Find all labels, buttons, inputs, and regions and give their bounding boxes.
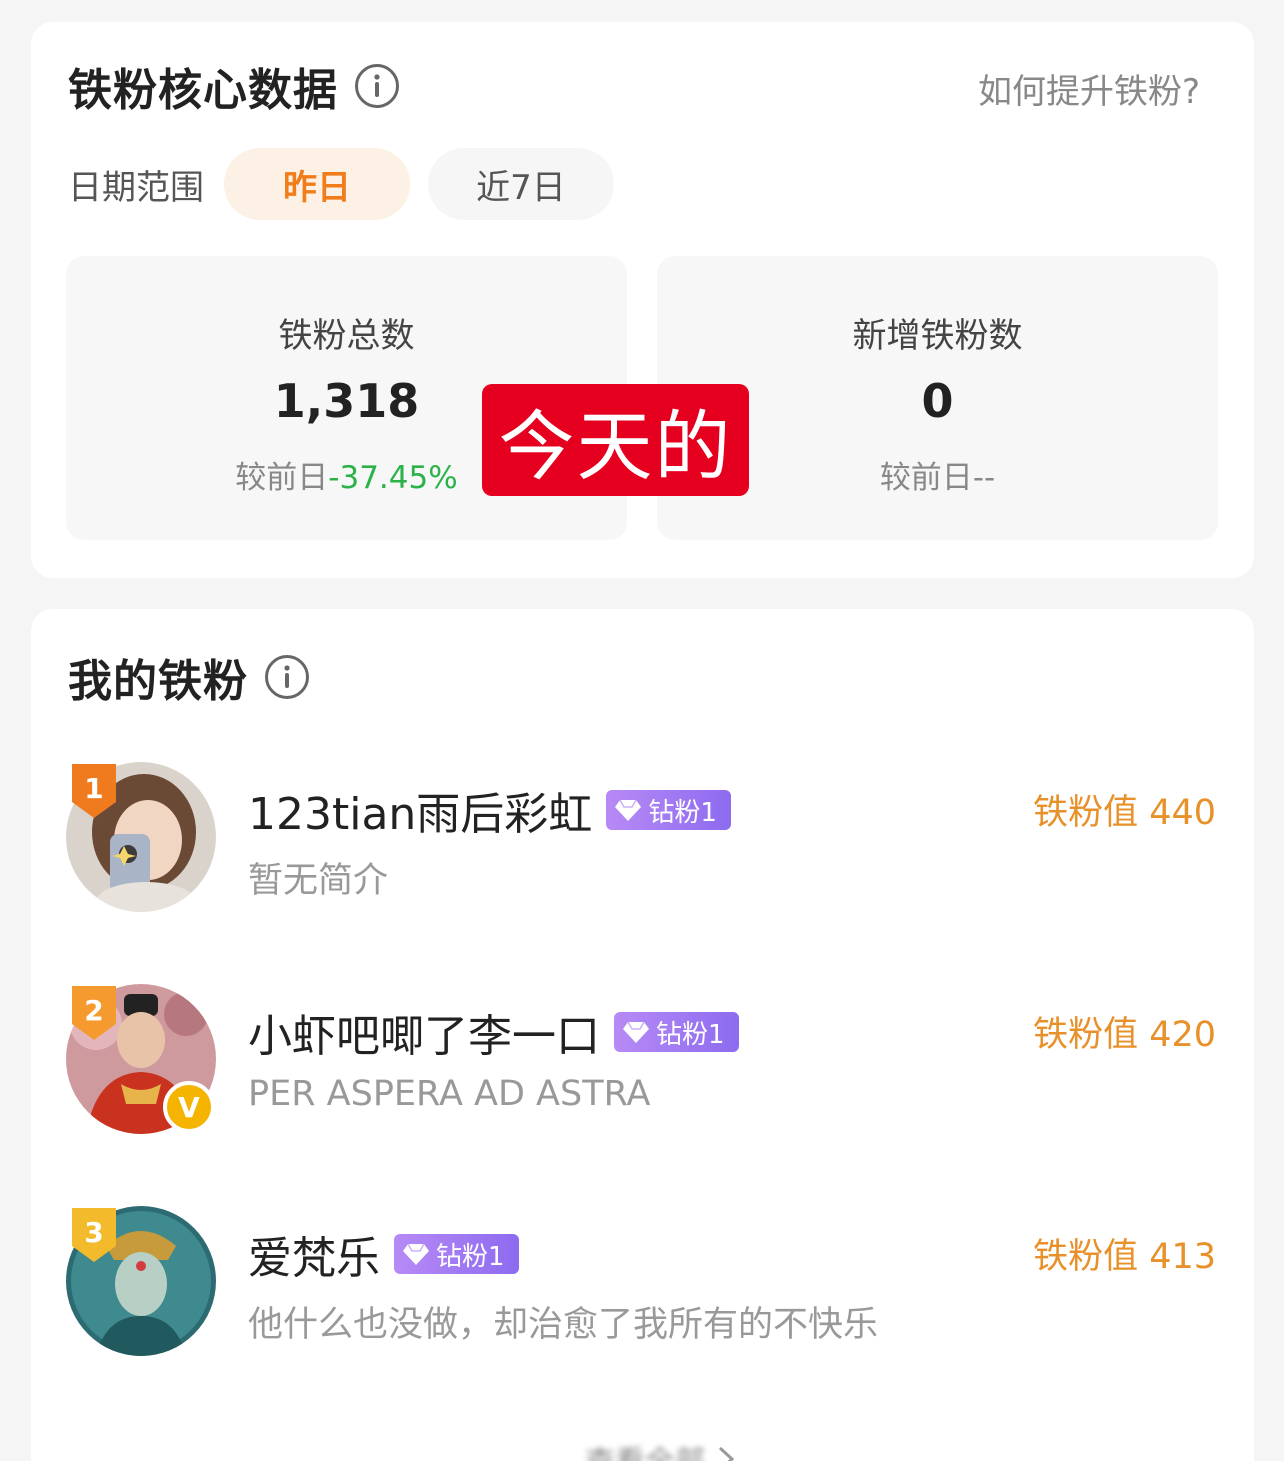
verified-icon: V [163, 1081, 215, 1133]
compare-value: -37.45% [328, 460, 458, 496]
info-icon[interactable] [354, 63, 400, 109]
rank-badge-icon: 1 [72, 764, 116, 818]
fan-score: 铁粉值 420 [1033, 1015, 1216, 1055]
fan-name-row: 小虾吧唧了李一口 钻粉1 [248, 1000, 739, 1064]
fan-name-row: 123tian雨后彩虹 钻粉1 [248, 778, 731, 842]
rank-number: 3 [84, 1216, 103, 1249]
diamond-icon [623, 1021, 649, 1043]
fan-name[interactable]: 123tian雨后彩虹 [248, 778, 592, 842]
compare-value: -- [972, 460, 996, 496]
level-badge: 钻粉1 [394, 1234, 519, 1274]
fan-bio: 暂无简介 [248, 861, 389, 901]
tab-last-7-days[interactable]: 近7日 [428, 148, 614, 220]
fans-title-row: 我的铁粉 [68, 645, 310, 709]
fan-list-item[interactable]: 1 123tian雨后彩虹 钻粉1 暂无简介 铁粉值 440 [66, 762, 1216, 922]
fans-title: 我的铁粉 [68, 656, 248, 707]
date-range-row: 日期范围 昨日 近7日 [68, 148, 632, 220]
help-link[interactable]: 如何提升铁粉? [978, 64, 1200, 113]
fan-score: 铁粉值 413 [1033, 1237, 1216, 1277]
core-title: 铁粉核心数据 [68, 65, 338, 116]
chevron-right-icon [718, 1446, 735, 1461]
compare-prefix: 较前日 [235, 460, 329, 496]
fan-name[interactable]: 爱梵乐 [248, 1222, 380, 1286]
compare-prefix: 较前日 [879, 460, 973, 496]
rank-number: 2 [84, 994, 103, 1027]
my-fans-card: 我的铁粉 1 123tian雨后彩虹 钻粉1 暂无简介 铁粉值 440 2 V … [31, 609, 1254, 1461]
level-badge-label: 钻粉1 [656, 1019, 725, 1050]
diamond-icon [615, 799, 642, 821]
level-badge-label: 钻粉1 [436, 1241, 505, 1272]
date-range-label: 日期范围 [68, 167, 204, 208]
rank-number: 1 [84, 772, 103, 805]
stat-label: 铁粉总数 [278, 316, 415, 356]
fan-bio: 他什么也没做，却治愈了我所有的不快乐 [248, 1305, 879, 1345]
fan-score: 铁粉值 440 [1033, 793, 1216, 833]
stat-label: 新增铁粉数 [852, 316, 1023, 356]
view-all-label: 查看全部 [585, 1437, 705, 1461]
fan-name[interactable]: 小虾吧唧了李一口 [248, 1000, 600, 1064]
info-icon[interactable] [264, 654, 310, 700]
fan-list-item[interactable]: 3 爱梵乐 钻粉1 他什么也没做，却治愈了我所有的不快乐 铁粉值 413 [66, 1206, 1216, 1366]
tab-yesterday[interactable]: 昨日 [224, 148, 410, 220]
diamond-icon [403, 1243, 429, 1265]
level-badge-label: 钻粉1 [648, 797, 717, 828]
fan-list-item[interactable]: 2 V 小虾吧唧了李一口 钻粉1 PER ASPERA AD ASTRA 铁粉值… [66, 984, 1216, 1144]
rank-badge-icon: 2 [72, 986, 116, 1040]
core-title-row: 铁粉核心数据 [68, 54, 400, 118]
rank-badge-icon: 3 [72, 1208, 116, 1262]
fan-bio: PER ASPERA AD ASTRA [248, 1074, 651, 1114]
level-badge: 钻粉1 [614, 1012, 739, 1052]
view-all-link[interactable]: 查看全部 [531, 1439, 791, 1461]
overlay-annotation: 今天的 [482, 384, 749, 496]
level-badge: 钻粉1 [606, 790, 731, 830]
fan-name-row: 爱梵乐 钻粉1 [248, 1222, 519, 1286]
